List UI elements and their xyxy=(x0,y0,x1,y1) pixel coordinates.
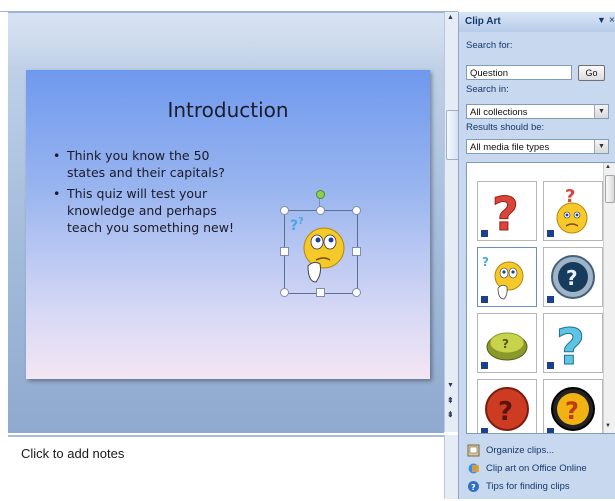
media-types-select[interactable]: All media file types ▼ xyxy=(466,139,609,154)
next-slide-icon[interactable]: ⇟ xyxy=(447,410,454,419)
tips-for-finding-clips-link[interactable]: Tips for finding clips xyxy=(486,481,570,492)
go-button[interactable]: Go xyxy=(578,65,605,81)
notes-placeholder[interactable]: Click to add notes xyxy=(21,446,124,461)
pane-header: Clip Art ▼ × xyxy=(459,12,615,32)
svg-text:?: ? xyxy=(498,397,513,427)
red-question-button-icon: ? xyxy=(485,387,529,431)
clip-badge-icon xyxy=(546,295,555,304)
search-for-label: Search for: xyxy=(466,40,513,51)
clip-badge-icon xyxy=(480,229,489,238)
slide-vertical-scrollbar[interactable]: ▲ ▼ ⇞ ⇟ xyxy=(444,12,459,432)
slide-bullets[interactable]: Think you know the 50 states and their c… xyxy=(53,147,243,240)
results-scrollbar[interactable]: ▲ ▼ xyxy=(603,163,615,433)
notes-pane[interactable]: Click to add notes xyxy=(8,435,444,501)
scroll-down-arrow-icon[interactable]: ▼ xyxy=(447,382,454,389)
resize-handle[interactable] xyxy=(352,247,361,256)
slide-editing-area: Introduction Think you know the 50 state… xyxy=(8,12,444,433)
bullet-item[interactable]: Think you know the 50 states and their c… xyxy=(53,147,243,181)
pane-title: Clip Art xyxy=(465,16,501,27)
organize-clips-icon xyxy=(467,444,480,457)
pane-close-icon[interactable]: × xyxy=(609,15,615,26)
svg-text:?: ? xyxy=(566,266,578,290)
office-online-icon xyxy=(468,463,479,474)
chevron-down-icon[interactable]: ▼ xyxy=(594,140,608,153)
resize-handle[interactable] xyxy=(280,288,289,297)
resize-handle[interactable] xyxy=(352,206,361,215)
clip-green-button[interactable]: ? xyxy=(477,313,537,373)
bullet-item[interactable]: This quiz will test your knowledge and p… xyxy=(53,185,243,236)
clip-badge-icon xyxy=(546,427,555,433)
scroll-down-arrow-icon[interactable]: ▼ xyxy=(605,423,611,429)
selected-clipart-thinking-face[interactable]: ? ? xyxy=(280,190,361,297)
svg-text:?: ? xyxy=(298,216,304,227)
search-in-value: All collections xyxy=(470,107,528,118)
powerpoint-window: Introduction Think you know the 50 state… xyxy=(0,0,615,501)
clip-yellow-question-button[interactable]: ? xyxy=(543,379,603,433)
pane-options-dropdown-icon[interactable]: ▼ xyxy=(597,15,606,25)
svg-text:?: ? xyxy=(290,218,298,234)
svg-text:?: ? xyxy=(556,318,585,372)
clip-art-online-link[interactable]: Clip art on Office Online xyxy=(486,463,587,474)
clip-badge-icon xyxy=(480,295,489,304)
media-types-value: All media file types xyxy=(470,142,550,153)
svg-text:?: ? xyxy=(565,397,579,425)
search-in-label: Search in: xyxy=(466,84,509,95)
clip-confused-face[interactable]: ? xyxy=(543,181,603,241)
clip-cyan-question-mark[interactable]: ? xyxy=(543,313,603,377)
search-in-select[interactable]: All collections ▼ xyxy=(466,104,609,119)
resize-handle[interactable] xyxy=(316,288,325,297)
clip-red-question-button[interactable]: ? xyxy=(477,379,537,433)
chevron-down-icon[interactable]: ▼ xyxy=(594,105,608,118)
slide[interactable]: Introduction Think you know the 50 state… xyxy=(26,70,430,379)
clip-thinking-face[interactable]: ? xyxy=(477,247,537,307)
previous-slide-icon[interactable]: ⇞ xyxy=(447,396,454,405)
search-input[interactable]: Question xyxy=(466,65,572,80)
clip-results-grid: ? ? ? ? ? ? ? ? ▲ ▼ xyxy=(466,162,615,434)
clip-badge-icon xyxy=(480,427,489,433)
clip-dark-question-button[interactable]: ? xyxy=(543,247,603,307)
svg-text:?: ? xyxy=(471,483,476,492)
clip-badge-icon xyxy=(546,229,555,238)
clip-badge-icon xyxy=(546,361,555,370)
svg-text:?: ? xyxy=(482,255,489,269)
clip-badge-icon xyxy=(480,361,489,370)
scroll-up-arrow-icon[interactable]: ▲ xyxy=(605,164,611,170)
results-should-be-label: Results should be: xyxy=(466,122,545,133)
svg-text:?: ? xyxy=(502,337,509,351)
svg-text:?: ? xyxy=(492,187,519,240)
yellow-question-button-icon: ? xyxy=(551,387,595,431)
rotation-handle[interactable] xyxy=(316,190,325,199)
resize-handle[interactable] xyxy=(280,247,289,256)
clip-art-task-pane: Clip Art ▼ × Search for: Question Go Sea… xyxy=(458,12,615,499)
thinking-face-icon: ? ? xyxy=(290,216,345,283)
organize-clips-link[interactable]: Organize clips... xyxy=(486,445,554,456)
resize-handle[interactable] xyxy=(280,206,289,215)
notes-scrollbar[interactable] xyxy=(444,435,459,499)
resize-handle[interactable] xyxy=(316,206,325,215)
help-icon: ? xyxy=(468,481,479,492)
clip-red-question-mark[interactable]: ? xyxy=(477,181,537,242)
scroll-up-arrow-icon[interactable]: ▲ xyxy=(447,14,454,21)
slide-title[interactable]: Introduction xyxy=(26,98,430,122)
results-scrollbar-thumb[interactable] xyxy=(605,175,615,203)
resize-handle[interactable] xyxy=(352,288,361,297)
